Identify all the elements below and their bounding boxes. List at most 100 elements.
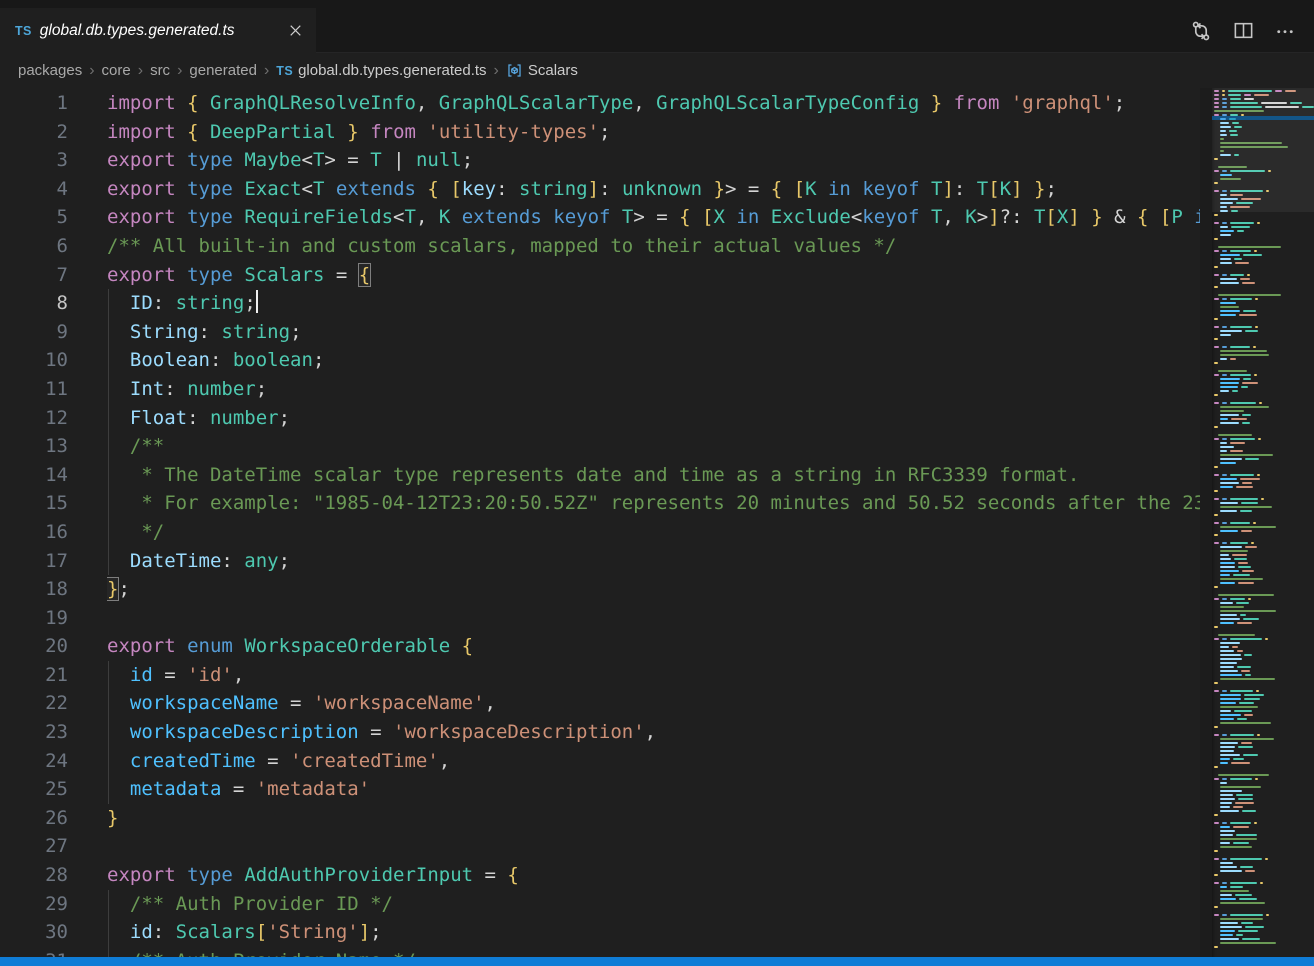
line-number[interactable]: 31 [0,947,68,957]
code-line[interactable]: 25 metadata = 'metadata' [0,775,1200,804]
line-number[interactable]: 24 [0,747,68,776]
code-line[interactable]: 19 [0,604,1200,633]
line-number[interactable]: 15 [0,489,68,518]
code-token: export [107,178,176,200]
vertical-scrollbar[interactable] [1200,88,1212,957]
code-line[interactable]: 26} [0,804,1200,833]
line-number[interactable]: 20 [0,632,68,661]
code-line[interactable]: 9 String: string; [0,318,1200,347]
line-number[interactable]: 12 [0,404,68,433]
minimap-line [1212,362,1314,364]
line-number[interactable]: 27 [0,832,68,861]
code-line[interactable]: 13 /** [0,432,1200,461]
minimap[interactable] [1212,88,1314,957]
minimap-line [1212,290,1314,292]
line-number[interactable]: 6 [0,232,68,261]
line-number[interactable]: 14 [0,461,68,490]
open-changes-icon[interactable] [1188,18,1214,44]
code-line-content: Float: number; [107,404,1200,433]
code-line[interactable]: 4export type Exact<T extends { [key: str… [0,175,1200,204]
line-number[interactable]: 2 [0,118,68,147]
code-line[interactable]: 14 * The DateTime scalar type represents… [0,461,1200,490]
line-number[interactable]: 8 [0,289,68,318]
line-number[interactable]: 1 [0,89,68,118]
tab-global-db-types-generated-ts[interactable]: TS global.db.types.generated.ts [0,8,316,53]
code-line[interactable]: 24 createdTime = 'createdTime', [0,747,1200,776]
code-line[interactable]: 17 DateTime: any; [0,547,1200,576]
code-line[interactable]: 16 */ [0,518,1200,547]
breadcrumb-item-packages[interactable]: packages [18,62,82,79]
line-number[interactable]: 13 [0,432,68,461]
breadcrumb-item-global-db-types-generated-ts[interactable]: TSglobal.db.types.generated.ts [276,62,486,79]
code-line[interactable]: 15 * For example: "1985-04-12T23:20:50.5… [0,489,1200,518]
code-token [702,178,713,200]
code-area[interactable]: 1import { GraphQLResolveInfo, GraphQLSca… [0,88,1200,957]
code-line[interactable]: 30 id: Scalars['String']; [0,918,1200,947]
tab-title: global.db.types.generated.ts [40,22,235,40]
code-line[interactable]: 20export enum WorkspaceOrderable { [0,632,1200,661]
code-token: in [1194,206,1200,228]
code-line[interactable]: 22 workspaceName = 'workspaceName', [0,689,1200,718]
more-actions-icon[interactable] [1272,18,1298,44]
code-line[interactable]: 21 id = 'id', [0,661,1200,690]
line-number[interactable]: 25 [0,775,68,804]
line-number[interactable]: 28 [0,861,68,890]
minimap-line [1212,682,1314,684]
breadcrumb-item-core[interactable]: core [102,62,131,79]
code-token: unknown [622,178,702,200]
line-number[interactable]: 11 [0,375,68,404]
line-number[interactable]: 19 [0,604,68,633]
line-number[interactable]: 4 [0,175,68,204]
line-number[interactable]: 29 [0,890,68,919]
code-line[interactable]: 12 Float: number; [0,404,1200,433]
breadcrumb-item-scalars[interactable]: Scalars [506,62,578,79]
minimap-line [1212,554,1314,556]
code-line[interactable]: 28export type AddAuthProviderInput = { [0,861,1200,890]
line-number[interactable]: 7 [0,261,68,290]
code-line[interactable]: 1import { GraphQLResolveInfo, GraphQLSca… [0,89,1200,118]
code-line[interactable]: 5export type RequireFields<T, K extends … [0,203,1200,232]
code-line[interactable]: 18}; [0,575,1200,604]
code-line[interactable]: 8 ID: string; [0,289,1200,318]
code-line[interactable]: 11 Int: number; [0,375,1200,404]
code-token: ; [279,407,290,429]
code-line[interactable]: 7export type Scalars = { [0,261,1200,290]
code-token: * For example: "1985-04-12T23:20:50.52Z"… [130,492,1200,514]
line-number[interactable]: 17 [0,547,68,576]
code-line[interactable]: 29 /** Auth Provider ID */ [0,890,1200,919]
close-tab-icon[interactable] [284,20,306,42]
minimap-slider[interactable] [1212,88,1314,212]
code-token: K [439,206,450,228]
line-number[interactable]: 23 [0,718,68,747]
code-line[interactable]: 3export type Maybe<T> = T | null; [0,146,1200,175]
minimap-line [1212,738,1314,740]
line-number[interactable]: 22 [0,689,68,718]
code-token [919,206,930,228]
minimap-line [1212,598,1314,600]
code-line[interactable]: 27 [0,832,1200,861]
minimap-line [1212,338,1314,340]
minimap-line [1212,566,1314,568]
code-token: { [462,635,473,657]
breadcrumb-item-src[interactable]: src [150,62,170,79]
line-number[interactable]: 9 [0,318,68,347]
indent-guide [108,518,109,547]
code-token: { [187,121,198,143]
line-number[interactable]: 30 [0,918,68,947]
code-line[interactable]: 31 /** Auth Provider Name */ [0,947,1200,957]
code-token: */ [130,521,164,543]
code-line[interactable]: 2import { DeepPartial } from 'utility-ty… [0,118,1200,147]
code-line[interactable]: 23 workspaceDescription = 'workspaceDesc… [0,718,1200,747]
line-number[interactable]: 16 [0,518,68,547]
line-number[interactable]: 3 [0,146,68,175]
code-line[interactable]: 10 Boolean: boolean; [0,346,1200,375]
split-editor-icon[interactable] [1230,18,1256,44]
line-number[interactable]: 10 [0,346,68,375]
line-number[interactable]: 21 [0,661,68,690]
minimap-line [1212,902,1314,904]
breadcrumb-item-generated[interactable]: generated [189,62,257,79]
code-line[interactable]: 6/** All built-in and custom scalars, ma… [0,232,1200,261]
line-number[interactable]: 26 [0,804,68,833]
line-number[interactable]: 18 [0,575,68,604]
line-number[interactable]: 5 [0,203,68,232]
